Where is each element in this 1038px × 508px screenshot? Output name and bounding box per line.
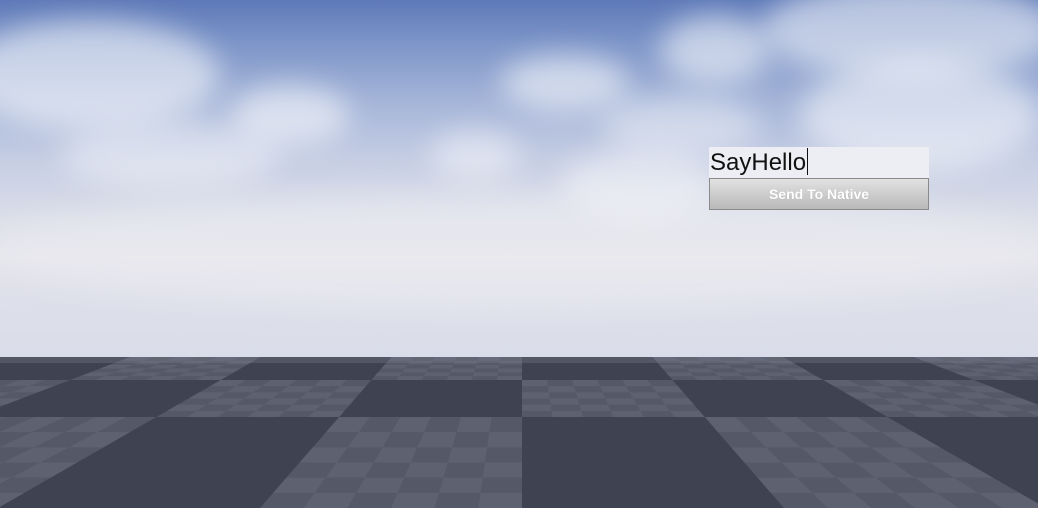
checkered-floor	[0, 357, 1038, 508]
send-to-native-button[interactable]: Send To Native	[709, 178, 929, 210]
game-viewport[interactable]: SayHello Send To Native	[0, 0, 1038, 508]
floor-tiles	[0, 357, 1038, 508]
text-caret	[807, 148, 809, 175]
message-text-input[interactable]: SayHello	[709, 147, 929, 178]
message-text-value: SayHello	[710, 149, 807, 176]
